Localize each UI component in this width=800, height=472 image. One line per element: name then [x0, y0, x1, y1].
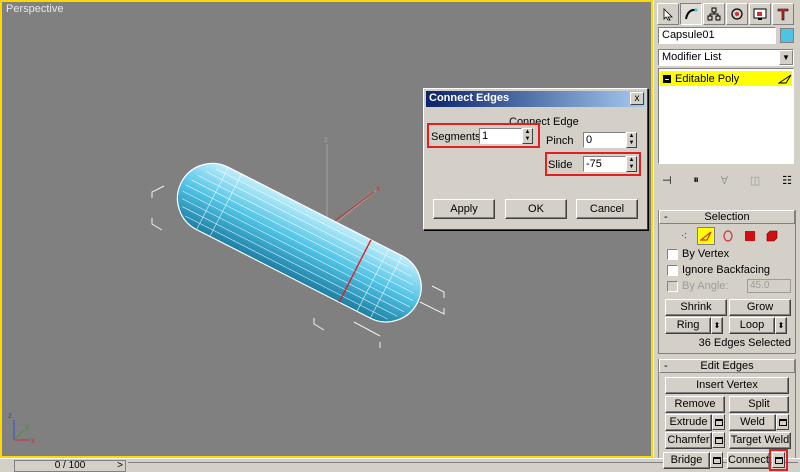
object-color-swatch[interactable]: [780, 28, 794, 43]
utilities-tab-icon[interactable]: [772, 3, 794, 25]
next-frame-icon[interactable]: >: [117, 461, 123, 471]
by-angle-checkbox: By Angle:: [667, 280, 728, 292]
by-vertex-checkbox[interactable]: By Vertex: [667, 248, 729, 260]
edit-edges-rollout: - Edit Edges Insert Vertex Remove Split …: [658, 359, 796, 458]
time-slider-label: 0 / 100: [54, 460, 86, 471]
pinch-value: 0: [586, 134, 593, 146]
display-tab-icon[interactable]: [749, 3, 771, 25]
chamfer-settings-icon[interactable]: [712, 432, 725, 448]
svg-text:z: z: [324, 135, 328, 144]
create-tab-icon[interactable]: [657, 3, 679, 25]
vertex-level-icon[interactable]: ⁖: [675, 227, 693, 245]
selection-rollout-header[interactable]: - Selection: [659, 210, 795, 224]
loop-button[interactable]: Loop: [729, 317, 775, 334]
time-slider[interactable]: 0 / 100 >: [14, 460, 126, 472]
bridge-settings-icon[interactable]: [710, 452, 723, 468]
expand-icon[interactable]: [663, 74, 671, 83]
make-unique-icon: ∀: [720, 174, 729, 187]
weld-settings-icon[interactable]: [776, 414, 789, 430]
selection-rollout: - Selection ⁖ By Vertex Ignore Backfacin…: [658, 210, 796, 354]
pin-stack-icon[interactable]: ⊣: [662, 174, 672, 187]
motion-tab-icon[interactable]: [726, 3, 748, 25]
edit-edges-rollout-header[interactable]: - Edit Edges: [659, 359, 795, 373]
connect-button[interactable]: Connect: [727, 452, 770, 469]
stack-item-label: Editable Poly: [675, 72, 740, 85]
ok-button[interactable]: OK: [505, 199, 567, 219]
chamfer-button[interactable]: Chamfer: [665, 432, 712, 449]
dialog-title[interactable]: Connect Edges: [426, 91, 645, 107]
split-button[interactable]: Split: [729, 396, 789, 413]
border-level-icon[interactable]: [719, 227, 737, 245]
connect-edges-dialog: Connect Edges x Connect Edge Segments: 1…: [423, 88, 648, 230]
svg-text:x: x: [31, 436, 35, 445]
object-name-field[interactable]: Capsule01: [658, 27, 776, 44]
grow-button[interactable]: Grow: [729, 299, 791, 316]
edge-level-icon[interactable]: [697, 227, 715, 245]
apply-button[interactable]: Apply: [433, 199, 495, 219]
slide-highlight: [545, 152, 641, 176]
loop-spinner-icon[interactable]: ⬍: [775, 317, 787, 334]
modifier-list-label: Modifier List: [662, 51, 722, 63]
bridge-button[interactable]: Bridge: [663, 452, 710, 469]
svg-text:y: y: [25, 422, 29, 431]
pinch-spinner-arrows[interactable]: ▲ ▼: [626, 132, 637, 148]
show-end-result-icon[interactable]: ⏸: [693, 174, 699, 187]
edge-subobject-icon: [778, 74, 792, 83]
extrude-settings-icon[interactable]: [712, 414, 725, 430]
pinch-spinner[interactable]: 0 ▲ ▼: [583, 132, 637, 148]
polygon-level-icon[interactable]: [741, 227, 759, 245]
target-weld-button[interactable]: Target Weld: [729, 432, 791, 449]
chevron-down-icon[interactable]: ▼: [779, 50, 793, 65]
ignore-backfacing-checkbox[interactable]: Ignore Backfacing: [667, 264, 770, 276]
extrude-button[interactable]: Extrude: [665, 414, 712, 431]
modifier-list-dropdown[interactable]: Modifier List ▼: [658, 49, 794, 66]
modifier-stack[interactable]: Editable Poly: [658, 68, 794, 164]
edit-edges-title: Edit Edges: [700, 360, 754, 372]
modify-tab-icon[interactable]: [680, 3, 702, 25]
weld-button[interactable]: Weld: [729, 414, 776, 431]
shrink-button[interactable]: Shrink: [665, 299, 727, 316]
configure-modifier-sets-icon[interactable]: ☷: [782, 174, 792, 187]
close-button[interactable]: x: [630, 92, 644, 105]
selection-title: Selection: [704, 211, 750, 223]
selection-status: 36 Edges Selected: [698, 337, 791, 349]
stack-item-editable-poly[interactable]: Editable Poly: [660, 71, 792, 86]
pinch-label: Pinch: [546, 135, 574, 147]
by-angle-field: 45.0: [747, 279, 791, 293]
svg-text:z: z: [8, 411, 12, 420]
element-level-icon[interactable]: [763, 227, 781, 245]
remove-modifier-icon: ◫: [749, 174, 761, 187]
cancel-button[interactable]: Cancel: [576, 199, 638, 219]
segments-highlight: [427, 123, 540, 148]
remove-button[interactable]: Remove: [665, 396, 725, 413]
command-panel-tabs: [657, 3, 797, 25]
insert-vertex-button[interactable]: Insert Vertex: [665, 377, 789, 394]
svg-text:x: x: [376, 184, 380, 193]
stack-toolbar: ⊣ ⏸ ∀ ◫ ☷: [658, 170, 796, 190]
ring-spinner-icon[interactable]: ⬍: [711, 317, 723, 334]
hierarchy-tab-icon[interactable]: [703, 3, 725, 25]
subobject-level-buttons: ⁖: [675, 227, 781, 245]
command-panel: Capsule01 Modifier List ▼ Editable Poly …: [653, 0, 800, 458]
connect-settings-highlight: [769, 449, 788, 471]
ring-button[interactable]: Ring: [665, 317, 711, 334]
